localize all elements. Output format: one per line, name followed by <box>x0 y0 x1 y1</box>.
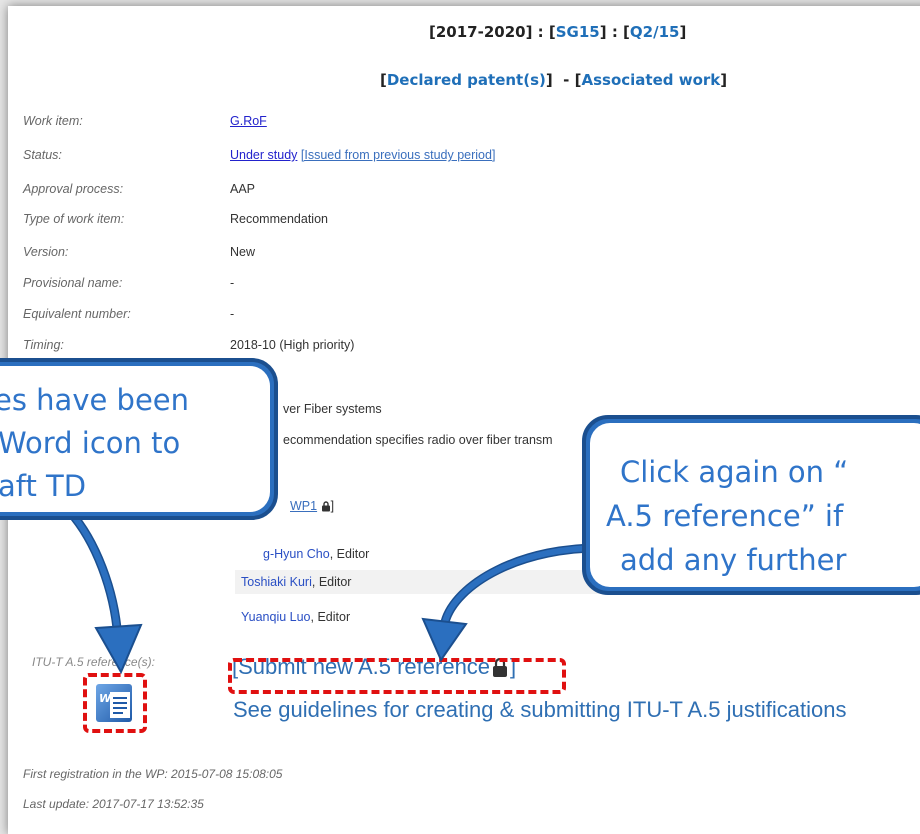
right-callout-line: add any further <box>620 543 847 577</box>
left-callout-line: Word icon to <box>0 426 181 460</box>
right-callout-line: Click again on “ <box>620 455 849 489</box>
left-callout-line: aft TD <box>0 469 87 503</box>
right-callout-line: A.5 reference” if <box>606 499 844 533</box>
left-callout-line: es have been <box>0 383 190 417</box>
